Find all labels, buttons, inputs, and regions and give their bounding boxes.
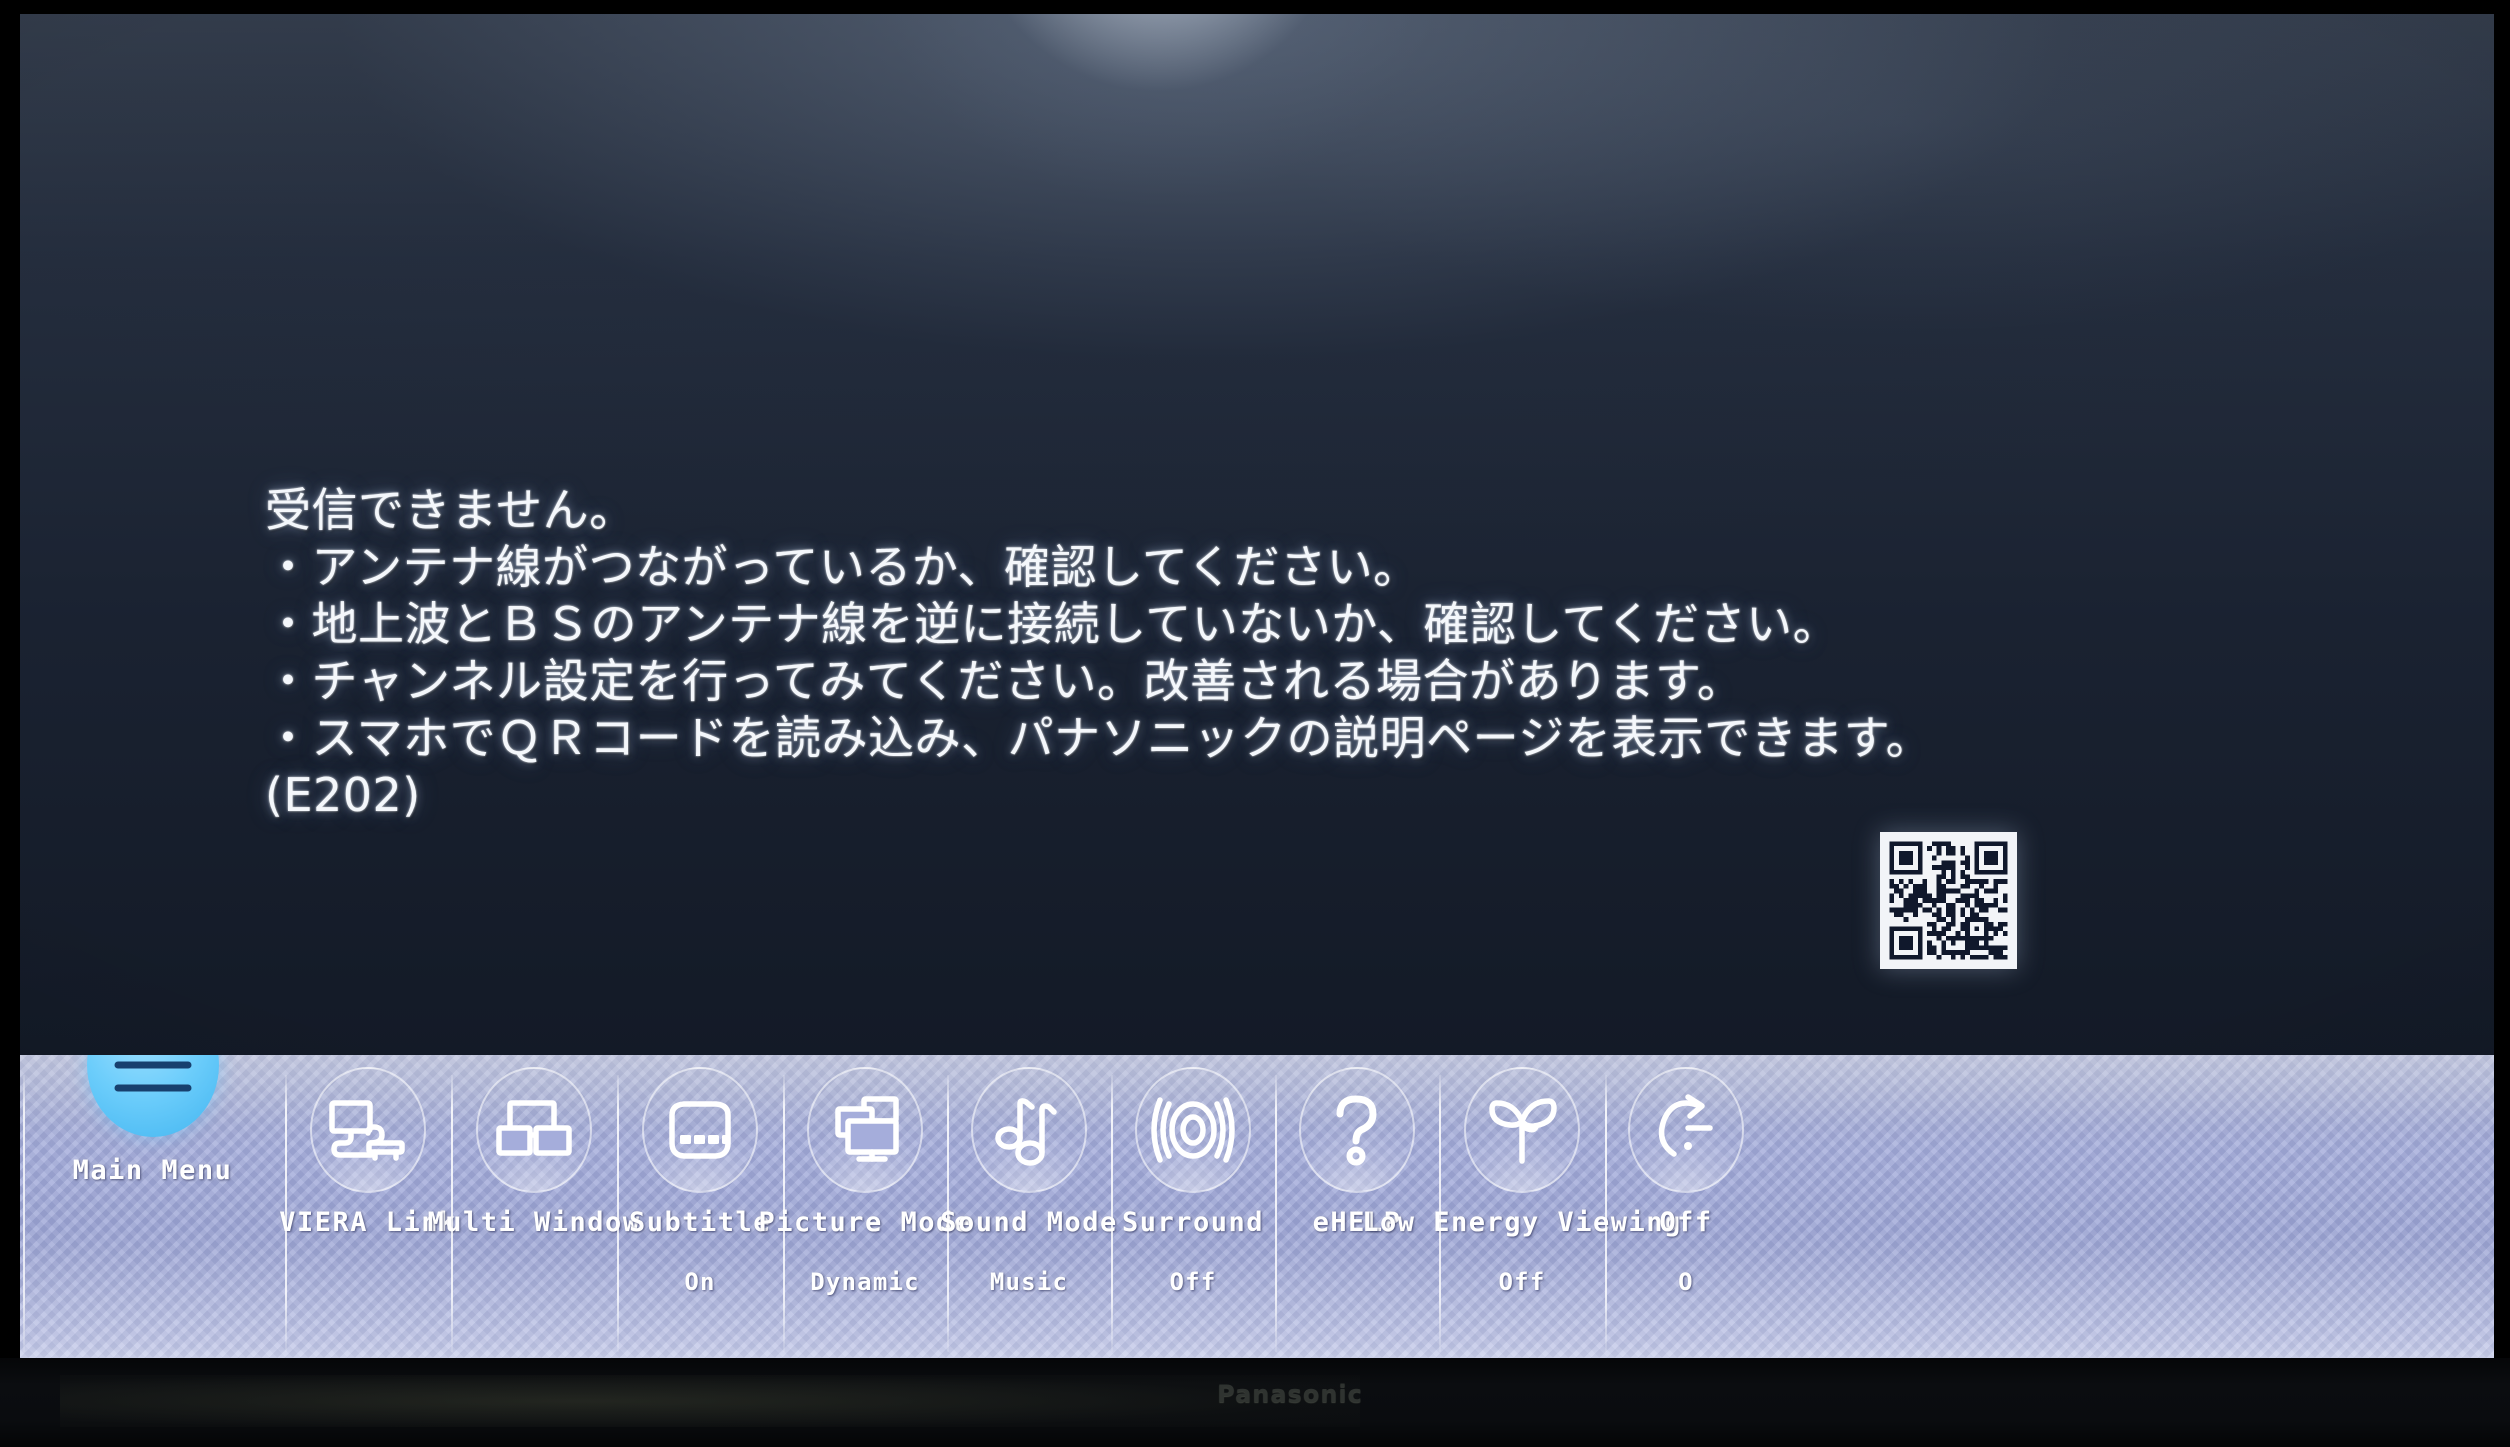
off-timer-icon bbox=[1628, 1067, 1744, 1193]
option-item-label: Multi Window bbox=[427, 1207, 641, 1238]
option-item-off[interactable]: Off O bbox=[1605, 1055, 1767, 1372]
question-mark-icon bbox=[1299, 1067, 1415, 1193]
error-code-line: (E202) bbox=[265, 768, 421, 822]
leaf-sprout-icon bbox=[1464, 1067, 1580, 1193]
error-line-1: 受信できません。 bbox=[265, 483, 636, 537]
sound-mode-icon bbox=[971, 1067, 1087, 1193]
option-item-multi-window[interactable]: Multi Window bbox=[427, 1055, 639, 1372]
option-item-low-energy-viewing[interactable]: Low Energy Viewing Off bbox=[1362, 1055, 1680, 1372]
multi-window-icon bbox=[476, 1067, 592, 1193]
option-item-value: On bbox=[684, 1268, 716, 1296]
error-line-3: ・地上波とＢＳのアンテナ線を逆に接続していないか、確認してください。 bbox=[265, 597, 1840, 651]
option-item-surround[interactable]: Surround Off bbox=[1111, 1055, 1275, 1372]
option-item-label: Subtitle bbox=[628, 1207, 772, 1238]
option-bar-left-divider bbox=[23, 1075, 25, 1352]
error-line-4: ・チャンネル設定を行ってみてください。改善される場合があります。 bbox=[265, 654, 1744, 708]
option-item-value: O bbox=[1678, 1268, 1694, 1296]
option-item-picture-mode[interactable]: Picture Mode Dynamic bbox=[758, 1055, 970, 1372]
option-item-value: Off bbox=[1169, 1268, 1217, 1296]
option-item-sound-mode[interactable]: Sound Mode Music bbox=[940, 1055, 1116, 1372]
qr-code bbox=[1880, 832, 2017, 969]
no-signal-error-message: 受信できません。 ・アンテナ線がつながっているか、確認してください。 ・地上波と… bbox=[265, 482, 2265, 824]
bezel-right bbox=[2494, 0, 2510, 1372]
surround-icon bbox=[1135, 1067, 1251, 1193]
option-item-value: Music bbox=[989, 1268, 1069, 1296]
tv-screen: 受信できません。 ・アンテナ線がつながっているか、確認してください。 ・地上波と… bbox=[20, 14, 2494, 1372]
subtitle-icon bbox=[642, 1067, 758, 1193]
bezel-top bbox=[0, 0, 2510, 14]
option-item-label: Off bbox=[1659, 1207, 1713, 1238]
viera-link-icon bbox=[310, 1067, 426, 1193]
picture-mode-icon bbox=[807, 1067, 923, 1193]
qr-code-image bbox=[1880, 832, 2017, 969]
hamburger-menu-icon bbox=[86, 1055, 219, 1137]
option-item-label: Sound Mode bbox=[940, 1207, 1118, 1238]
option-items-list: Main Menu VIERA Link Multi Window Subtitle O… bbox=[20, 1055, 2494, 1372]
panasonic-logo: Panasonic bbox=[1217, 1380, 1363, 1408]
bezel-left bbox=[0, 0, 20, 1372]
option-item-label: Main Menu bbox=[72, 1155, 233, 1186]
option-item-value: Off bbox=[1498, 1268, 1546, 1296]
option-item-value: Dynamic bbox=[810, 1268, 920, 1296]
error-line-2: ・アンテナ線がつながっているか、確認してください。 bbox=[265, 540, 1420, 594]
option-menu-bar: Main Menu VIERA Link Multi Window Subtitle O… bbox=[20, 1055, 2494, 1372]
tv-screen-photo: 受信できません。 ・アンテナ線がつながっているか、確認してください。 ・地上波と… bbox=[0, 0, 2510, 1447]
error-line-5: ・スマホでＱＲコードを読み込み、パナソニックの説明ページを表示できます。 bbox=[265, 711, 1933, 765]
option-item-label: Surround bbox=[1121, 1207, 1265, 1238]
option-item-main-menu[interactable]: Main Menu bbox=[20, 1055, 285, 1372]
